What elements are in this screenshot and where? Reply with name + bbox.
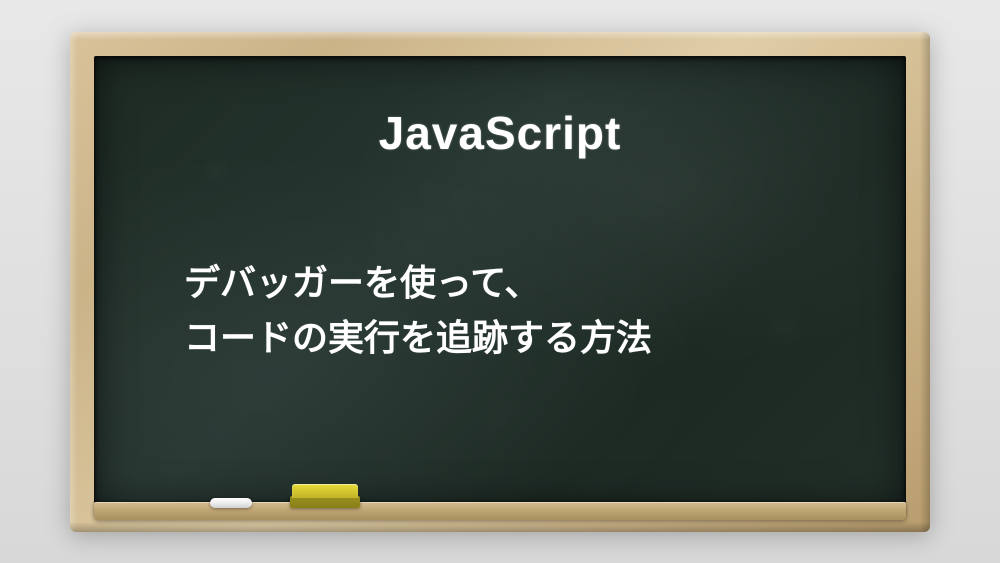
- body-line-1: デバッガーを使って、: [184, 255, 846, 311]
- board-content: JavaScript デバッガーを使って、 コードの実行を追跡する方法: [94, 56, 906, 508]
- eraser-icon: [290, 484, 360, 508]
- body-text: デバッガーを使って、 コードの実行を追跡する方法: [154, 255, 846, 367]
- body-line-2: コードの実行を追跡する方法: [184, 310, 846, 366]
- title-text: JavaScript: [154, 106, 846, 160]
- chalk-icon: [210, 498, 252, 508]
- chalkboard: JavaScript デバッガーを使って、 コードの実行を追跡する方法: [70, 32, 930, 532]
